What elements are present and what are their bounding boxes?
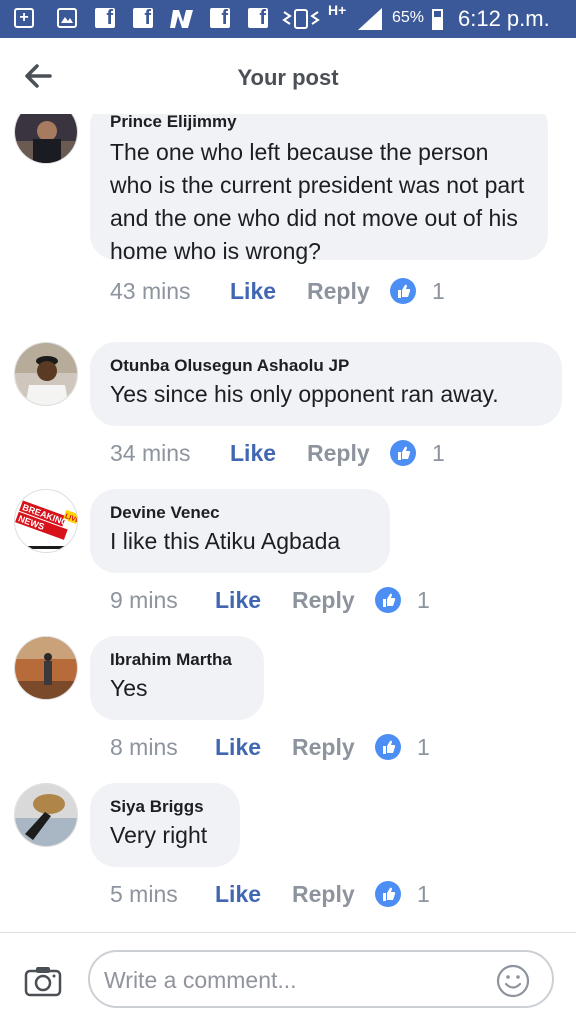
avatar[interactable] [14, 636, 78, 700]
comment-bubble[interactable]: Ibrahim Martha Yes [90, 636, 264, 720]
comment-composer [0, 932, 576, 1025]
comment-author[interactable]: Prince Elijimmy [110, 114, 528, 132]
status-bar: + f f f f H+ 65% 6:12 p.m. [0, 0, 576, 38]
avatar[interactable]: BREAKING NEWS LIVE [14, 489, 78, 553]
facebook-notification-icon: f [210, 8, 230, 28]
battery-icon [432, 9, 443, 30]
reply-button[interactable]: Reply [307, 278, 370, 305]
reply-button[interactable]: Reply [292, 881, 355, 908]
reaction-count: 1 [417, 881, 430, 907]
comment-author[interactable]: Devine Venec [110, 503, 370, 523]
app-header: Your post [0, 38, 576, 114]
comment-list[interactable]: Prince Elijimmy The one who left because… [0, 114, 576, 932]
comment-bubble[interactable]: Siya Briggs Very right [90, 783, 240, 867]
comment-text: Yes [110, 675, 148, 701]
reply-button[interactable]: Reply [292, 587, 355, 614]
comment-author[interactable]: Siya Briggs [110, 797, 220, 817]
thumbs-up-icon[interactable] [390, 278, 416, 304]
comment-text: I like this Atiku Agbada [110, 528, 341, 554]
facebook-notification-icon: f [248, 8, 268, 28]
battery-percent: 65% [392, 9, 425, 26]
like-button[interactable]: Like [215, 734, 261, 761]
comment-time[interactable]: 9 mins [110, 587, 178, 614]
thumbs-up-icon[interactable] [375, 881, 401, 907]
comment-time[interactable]: 34 mins [110, 440, 191, 467]
facebook-notification-icon: f [133, 8, 153, 28]
news-notification-icon [170, 8, 196, 30]
like-button[interactable]: Like [215, 881, 261, 908]
comment-author[interactable]: Ibrahim Martha [110, 650, 244, 670]
avatar[interactable] [14, 783, 78, 847]
network-type-label: H+ [328, 2, 347, 18]
signal-icon [356, 8, 384, 30]
like-button[interactable]: Like [230, 440, 276, 467]
avatar[interactable] [14, 342, 78, 406]
comment-actions: 34 mins Like Reply 1 [110, 440, 470, 470]
comment-text: The one who left because the person who … [110, 139, 525, 264]
breaking-news-logo: BREAKING NEWS LIVE [15, 490, 77, 552]
facebook-notification-icon: f [95, 8, 115, 28]
comment-bubble[interactable]: Prince Elijimmy The one who left because… [90, 114, 548, 264]
avatar[interactable] [14, 114, 78, 164]
comment-bubble[interactable]: Devine Venec I like this Atiku Agbada [90, 489, 390, 573]
reply-button[interactable]: Reply [292, 734, 355, 761]
comment-time[interactable]: 8 mins [110, 734, 178, 761]
comment-time[interactable]: 43 mins [110, 278, 191, 305]
comment-actions: 5 mins Like Reply 1 [110, 881, 470, 911]
comment-bubble[interactable]: Otunba Olusegun Ashaolu JP Yes since his… [90, 342, 562, 426]
reaction-count: 1 [432, 278, 445, 304]
comment-input-box[interactable] [88, 950, 554, 1008]
like-button[interactable]: Like [215, 587, 261, 614]
comment-actions: 8 mins Like Reply 1 [110, 734, 470, 764]
comment-actions: 9 mins Like Reply 1 [110, 587, 470, 617]
smiley-icon[interactable] [496, 964, 530, 998]
comment-text: Very right [110, 822, 208, 848]
reaction-count: 1 [417, 734, 430, 760]
reaction-count: 1 [432, 440, 445, 466]
gallery-notification-icon [57, 8, 77, 28]
reaction-count: 1 [417, 587, 430, 613]
like-button[interactable]: Like [230, 278, 276, 305]
reply-button[interactable]: Reply [307, 440, 370, 467]
vibrate-icon [282, 8, 320, 30]
comment-input[interactable] [102, 962, 486, 998]
add-notification-icon: + [14, 8, 34, 28]
comment-author[interactable]: Otunba Olusegun Ashaolu JP [110, 356, 542, 376]
comment-text: Yes since his only opponent ran away. [110, 381, 499, 407]
thumbs-up-icon[interactable] [375, 587, 401, 613]
thumbs-up-icon[interactable] [375, 734, 401, 760]
comment-actions: 43 mins Like Reply 1 [110, 278, 470, 308]
clock: 6:12 p.m. [458, 6, 550, 31]
thumbs-up-icon[interactable] [390, 440, 416, 466]
page-title: Your post [237, 65, 339, 90]
camera-icon[interactable] [24, 965, 62, 997]
comment-time[interactable]: 5 mins [110, 881, 178, 908]
